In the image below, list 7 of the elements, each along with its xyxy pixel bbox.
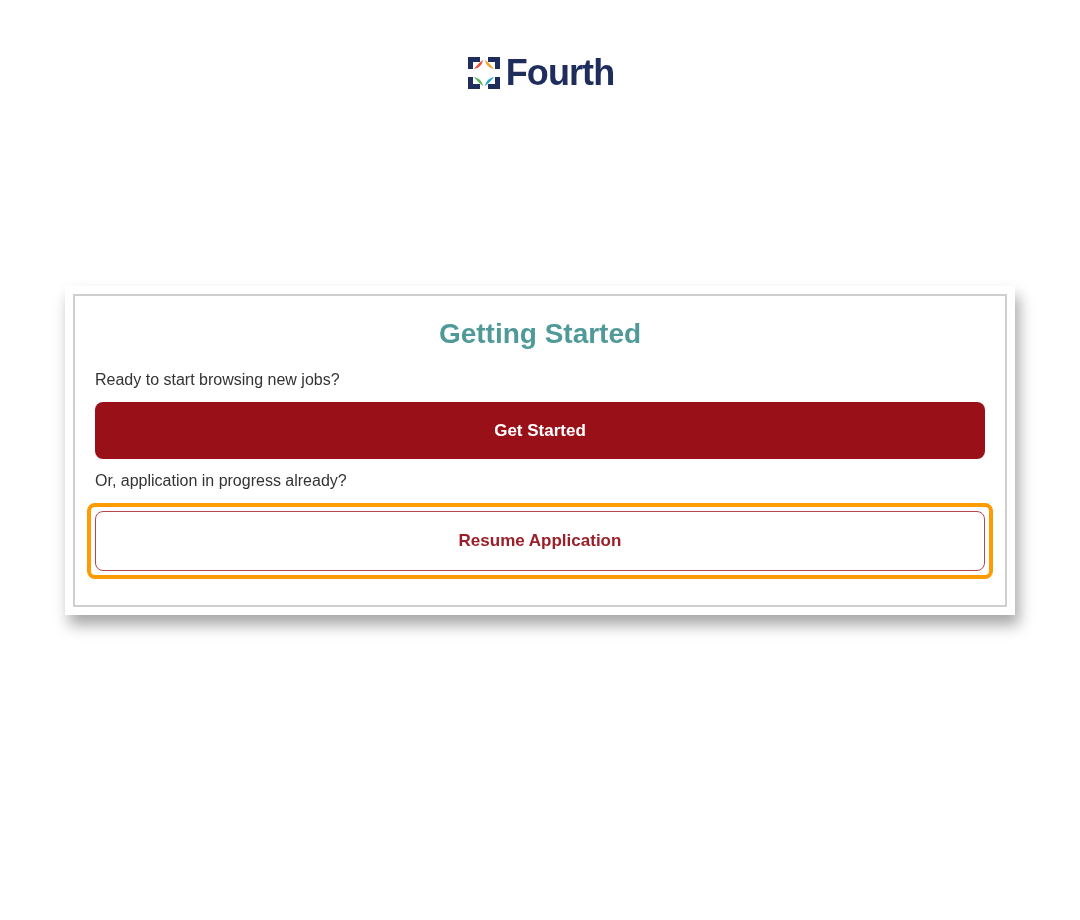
prompt-text: Ready to start browsing new jobs?: [95, 370, 341, 390]
resume-application-button[interactable]: Resume Application: [95, 511, 985, 571]
prompt-text: Or, application in progress already?: [95, 471, 348, 491]
get-started-button[interactable]: Get Started: [95, 402, 985, 459]
logo-icon: [465, 55, 502, 91]
card-title: Getting Started: [437, 320, 643, 348]
logo-text: Fourth: [505, 55, 615, 91]
